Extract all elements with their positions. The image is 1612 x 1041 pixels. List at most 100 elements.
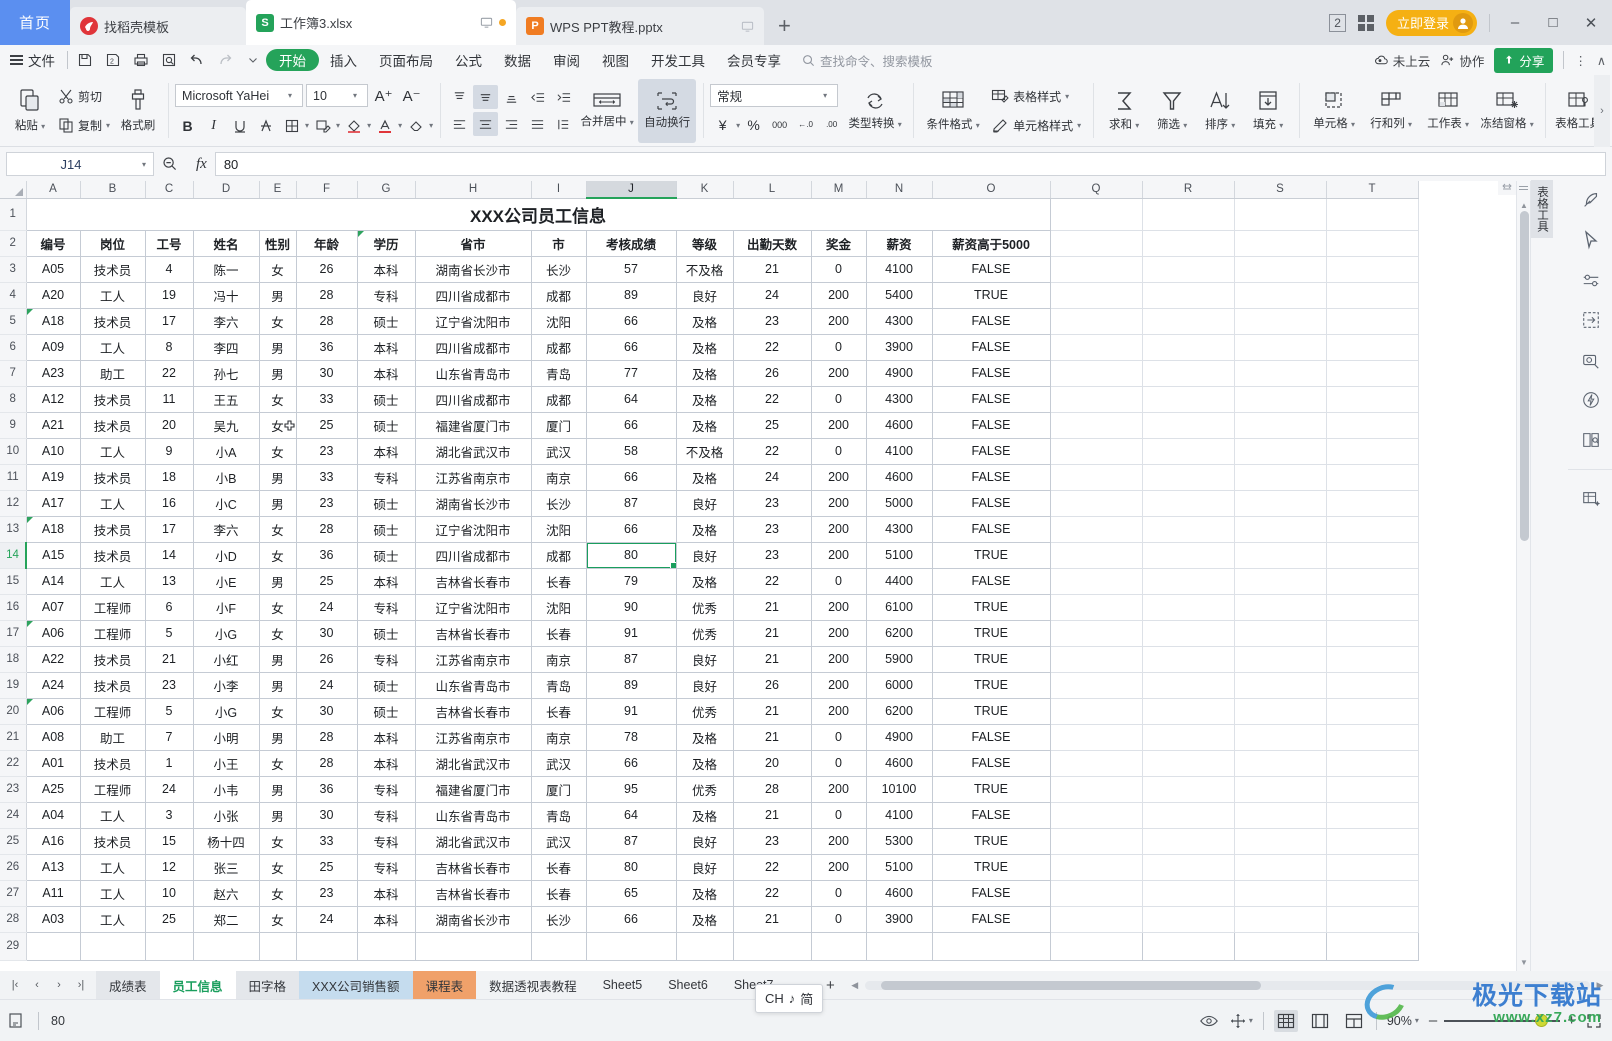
table-cell[interactable]: 四川省成都市 — [415, 334, 532, 361]
table-cell[interactable]: 长沙 — [531, 490, 587, 517]
vertical-scroll-thumb[interactable] — [1520, 211, 1529, 541]
table-cell[interactable]: 良好 — [676, 646, 734, 673]
table-cell[interactable]: 及格 — [676, 412, 734, 439]
lightning-icon[interactable] — [1576, 385, 1606, 415]
horizontal-scrollbar[interactable]: ◀ ▶ — [843, 980, 1612, 991]
cell-empty[interactable] — [1326, 256, 1419, 283]
table-header-cell[interactable]: 学历 — [357, 230, 416, 257]
filter-button[interactable]: 筛选 ▾ — [1148, 79, 1196, 143]
table-cell[interactable]: A22 — [26, 646, 81, 673]
first-sheet-button[interactable]: |‹ — [4, 979, 26, 991]
font-size-select[interactable]: 10 ▾ — [306, 84, 369, 107]
cell-empty[interactable] — [1142, 620, 1235, 647]
column-header-C[interactable]: C — [145, 181, 194, 199]
cell-empty[interactable] — [1050, 802, 1143, 829]
print-icon[interactable] — [128, 48, 154, 72]
table-cell[interactable]: 硕士 — [357, 412, 416, 439]
table-cell[interactable]: 4300 — [866, 516, 933, 543]
cell-empty[interactable] — [1050, 776, 1143, 803]
chevron-down-icon[interactable]: ▾ — [135, 160, 153, 169]
sheet-tab-pivot-tutorial[interactable]: 数据透视表教程 — [476, 971, 590, 999]
table-cell[interactable]: A03 — [26, 906, 81, 933]
table-cell[interactable]: 江苏省南京市 — [415, 464, 532, 491]
table-cell[interactable]: 厦门 — [531, 776, 587, 803]
row-header-21[interactable]: 21 — [0, 724, 27, 751]
table-cell[interactable]: 长春 — [531, 568, 587, 595]
collaborate-button[interactable]: 协作 — [1440, 51, 1484, 70]
table-cell[interactable]: 李六 — [193, 308, 260, 335]
column-header-E[interactable]: E — [259, 181, 297, 199]
cell-empty[interactable] — [1234, 802, 1327, 829]
cell-empty[interactable] — [1234, 308, 1327, 335]
table-cell[interactable]: 工程师 — [80, 620, 146, 647]
align-middle-button[interactable] — [473, 85, 499, 109]
cell-empty[interactable] — [1050, 464, 1143, 491]
table-header-cell[interactable]: 编号 — [26, 230, 81, 257]
table-cell[interactable]: 17 — [145, 308, 194, 335]
table-header-cell[interactable]: 等级 — [676, 230, 734, 257]
cell-empty[interactable] — [1050, 594, 1143, 621]
table-cell[interactable]: 95 — [586, 776, 677, 803]
table-cell[interactable]: 200 — [811, 542, 867, 569]
table-cell[interactable]: FALSE — [932, 568, 1051, 595]
cell-empty[interactable] — [1234, 360, 1327, 387]
table-cell[interactable]: 本科 — [357, 880, 416, 907]
cell-empty[interactable] — [1142, 646, 1235, 673]
cell-empty[interactable] — [1326, 776, 1419, 803]
table-cell[interactable]: 4100 — [866, 802, 933, 829]
table-cell[interactable]: 5000 — [866, 490, 933, 517]
row-header-22[interactable]: 22 — [0, 750, 27, 777]
column-header-A[interactable]: A — [26, 181, 81, 199]
table-cell[interactable]: 小F — [193, 594, 260, 621]
cell-empty[interactable] — [676, 932, 734, 961]
cell-empty[interactable] — [1142, 672, 1235, 699]
table-cell[interactable]: 4600 — [866, 880, 933, 907]
table-cell[interactable]: 78 — [586, 724, 677, 751]
cell-empty[interactable] — [1050, 412, 1143, 439]
table-cell[interactable]: 小韦 — [193, 776, 260, 803]
tab-data[interactable]: 数据 — [493, 45, 542, 75]
table-cell[interactable]: A15 — [26, 542, 81, 569]
table-cell[interactable]: 男 — [259, 802, 297, 829]
table-cell[interactable]: 0 — [811, 386, 867, 413]
cell-empty[interactable] — [866, 932, 933, 961]
cell-empty[interactable] — [1050, 282, 1143, 309]
percent-format-button[interactable]: % — [741, 113, 766, 138]
cell-empty[interactable] — [26, 932, 81, 961]
cell-empty[interactable] — [1050, 854, 1143, 881]
table-cell[interactable]: 技术员 — [80, 412, 146, 439]
cell-empty[interactable] — [1142, 828, 1235, 855]
cell-empty[interactable] — [1142, 438, 1235, 465]
table-cell[interactable]: 工人 — [80, 438, 146, 465]
table-cell[interactable]: A06 — [26, 698, 81, 725]
table-cell[interactable]: 长沙 — [531, 906, 587, 933]
table-cell[interactable]: 90 — [586, 594, 677, 621]
table-cell[interactable]: 4400 — [866, 568, 933, 595]
table-cell[interactable]: TRUE — [932, 854, 1051, 881]
table-cell[interactable]: 4300 — [866, 386, 933, 413]
table-cell[interactable]: 女 — [259, 854, 297, 881]
table-cell[interactable]: 女 — [259, 516, 297, 543]
table-cell[interactable]: 男 — [259, 464, 297, 491]
table-cell[interactable]: A19 — [26, 464, 81, 491]
cell-empty[interactable] — [1050, 198, 1143, 231]
table-cell[interactable]: 赵六 — [193, 880, 260, 907]
cell-empty[interactable] — [1142, 490, 1235, 517]
table-cell[interactable]: A12 — [26, 386, 81, 413]
table-cell[interactable]: 优秀 — [676, 620, 734, 647]
cell-empty[interactable] — [1050, 542, 1143, 569]
cell-empty[interactable] — [1142, 230, 1235, 257]
text-orientation-button[interactable] — [551, 112, 576, 136]
customize-quick-access-icon[interactable] — [240, 48, 266, 72]
cell-empty[interactable] — [1234, 282, 1327, 309]
table-cell[interactable]: 成都 — [531, 334, 587, 361]
table-cell[interactable]: 25 — [296, 412, 358, 439]
table-cell[interactable]: 男 — [259, 360, 297, 387]
table-cell[interactable]: 23 — [733, 516, 812, 543]
cell-empty[interactable] — [1234, 542, 1327, 569]
file-menu-button[interactable]: 文件 — [0, 50, 67, 70]
table-cell[interactable]: 女 — [259, 386, 297, 413]
cell-empty[interactable] — [932, 932, 1051, 961]
clear-format-button[interactable] — [403, 113, 428, 138]
column-header-D[interactable]: D — [193, 181, 260, 199]
